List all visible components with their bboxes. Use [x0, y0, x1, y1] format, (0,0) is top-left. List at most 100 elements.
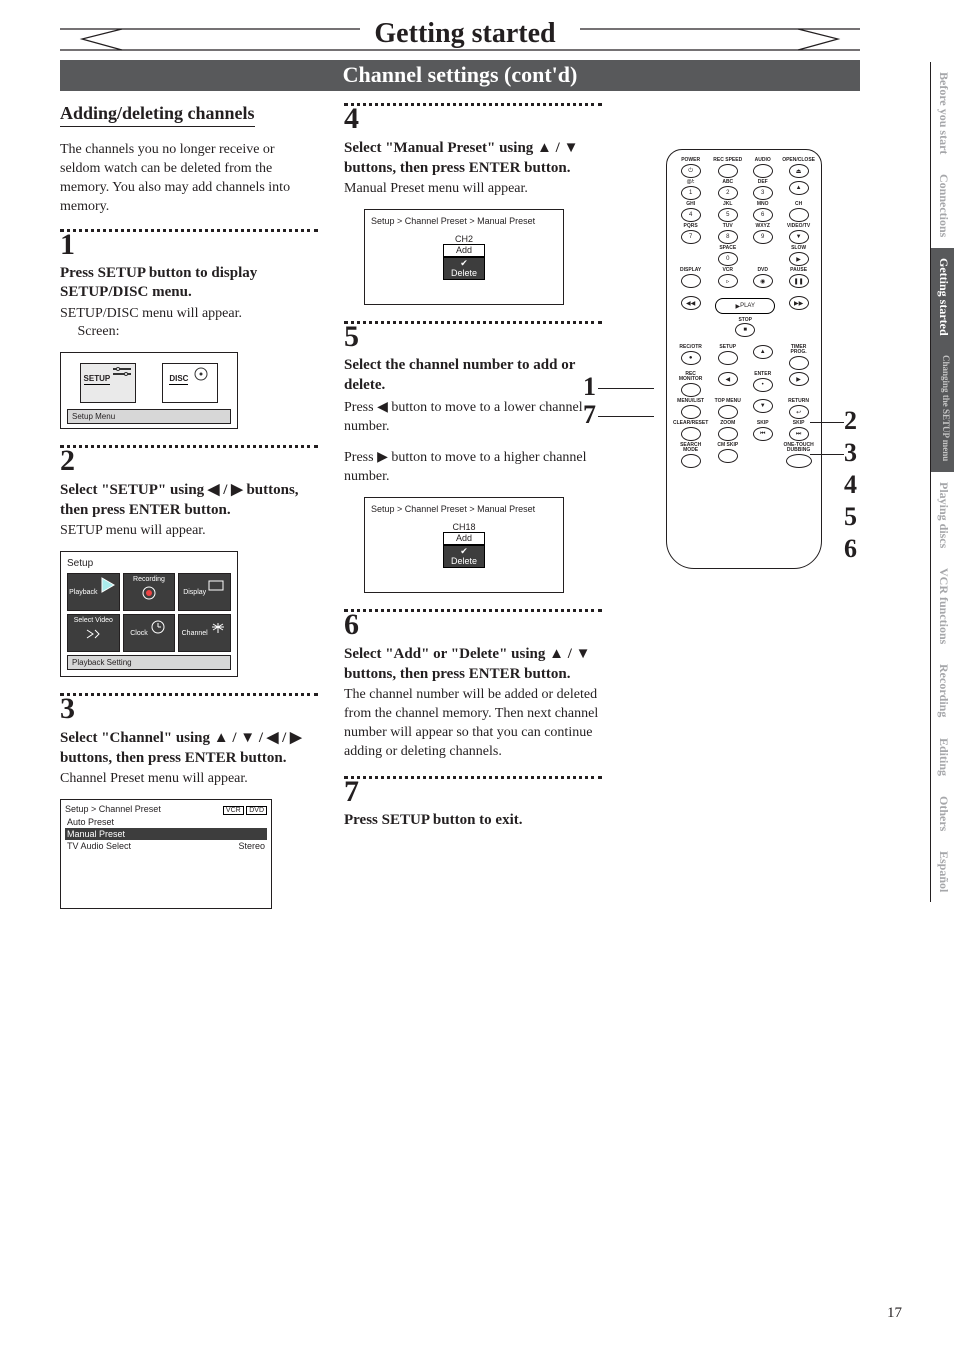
remote-6-button: 6: [753, 208, 773, 222]
section-bar: Channel settings (cont'd): [60, 60, 860, 91]
remote-skip-back-button: ⏮: [753, 427, 773, 441]
add-option: Add: [443, 244, 485, 257]
list-item: TV Audio SelectStereo: [65, 840, 267, 852]
tab-espanol[interactable]: Español: [930, 841, 954, 902]
down-arrow-icon: ▼: [576, 645, 591, 662]
sliders-icon: [112, 365, 132, 381]
setup-menu-screenshot: Setup Playback Recording Display Select …: [60, 551, 238, 677]
remote-3-button: 3: [753, 186, 773, 200]
remote-return-button: ↩: [789, 405, 809, 419]
remote-9-button: 9: [753, 230, 773, 244]
disc-icon: [191, 365, 211, 381]
tab-connections[interactable]: Connections: [930, 164, 954, 247]
middle-column: 4 Select "Manual Preset" using ▲ / ▼ but…: [344, 103, 602, 925]
tab-before-you-start[interactable]: Before you start: [930, 62, 954, 164]
step-4-body: Manual Preset menu will appear.: [344, 180, 602, 199]
step-number-7: 7: [344, 777, 602, 807]
callout-3: 3: [844, 438, 857, 468]
menu-cell: Display: [178, 573, 231, 611]
callout-6: 6: [844, 534, 857, 564]
manual-preset-screenshot-2: Setup > Channel Preset > Manual Preset C…: [364, 497, 564, 593]
step-1-body: SETUP/DISC menu will appear. Screen:: [60, 305, 318, 343]
tab-recording[interactable]: Recording: [930, 654, 954, 727]
remote-diagram: POWER⏻ REC SPEED AUDIO OPEN/CLOSE⏏ @/:1 …: [666, 149, 822, 569]
remote-7-button: 7: [681, 230, 701, 244]
up-arrow-icon: ▲: [549, 645, 564, 662]
step-2-title: Select "SETUP" using ◀ / ▶ buttons, then…: [60, 480, 318, 520]
down-arrow-icon: ▼: [564, 139, 579, 156]
chapter-banner: Getting started: [60, 20, 870, 54]
down-arrow-icon: ▼: [240, 729, 255, 746]
remote-4-button: 4: [681, 208, 701, 222]
step-1-title: Press SETUP button to display SETUP/DISC…: [60, 264, 318, 303]
right-column: POWER⏻ REC SPEED AUDIO OPEN/CLOSE⏏ @/:1 …: [628, 103, 860, 925]
remote-ff-button: ▶▶: [789, 296, 809, 310]
step-1-body-text: SETUP/DISC menu will appear.: [60, 306, 242, 321]
remote-enter-button: •: [753, 378, 773, 392]
remote-ch-down-button: ▼: [789, 230, 809, 244]
remote-top-menu-button: [718, 405, 738, 419]
disc-tile: DISC: [162, 363, 218, 403]
callout-2: 2: [844, 406, 857, 436]
page-number: 17: [887, 1305, 902, 1322]
chapter-title: Getting started: [374, 18, 555, 50]
menu-cell: Recording: [123, 573, 176, 611]
remote-skip-fwd-button: ⏭: [789, 427, 809, 441]
up-arrow-icon: ▲: [537, 139, 552, 156]
play-icon: [98, 576, 118, 594]
channel-preset-screenshot: Setup > Channel Preset VCR DVD Auto Pres…: [60, 799, 272, 909]
menu-cell: Select Video: [67, 614, 120, 652]
remote-display-button: [681, 274, 701, 288]
step-number-4: 4: [344, 104, 602, 134]
remote-1-button: 1: [681, 186, 701, 200]
step-5-title: Select the channel number to add or dele…: [344, 356, 602, 395]
remote-dubbing-button: [786, 454, 812, 468]
channel-label: CH18: [442, 522, 486, 532]
callout-7: 7: [583, 400, 596, 430]
tab-getting-started[interactable]: Getting started: [930, 248, 954, 346]
remote-2-button: 2: [718, 186, 738, 200]
tab-editing[interactable]: Editing: [930, 728, 954, 786]
remote-right-button: ▶: [789, 372, 809, 386]
side-tabs: Before you start Connections Getting sta…: [930, 62, 954, 1312]
remote-audio-button: [753, 164, 773, 178]
step-3-body: Channel Preset menu will appear.: [60, 770, 318, 789]
remote-up-button: ▲: [753, 345, 773, 359]
step-4-title: Select "Manual Preset" using ▲ / ▼ butto…: [344, 138, 602, 178]
remote-setup-button: [718, 351, 738, 365]
left-arrow-icon: ◀: [208, 481, 220, 498]
remote-play-button: ▶ PLAY: [715, 298, 775, 314]
manual-preset-screenshot-1: Setup > Channel Preset > Manual Preset C…: [364, 209, 564, 305]
remote-search-button: [681, 454, 701, 468]
antenna-icon: [208, 617, 228, 635]
left-arrow-icon: ◀: [267, 729, 279, 746]
columns: Adding/deleting channels The channels yo…: [60, 103, 860, 925]
tab-playing-discs[interactable]: Playing discs: [930, 472, 954, 558]
left-arrow-icon: ◀: [377, 398, 388, 414]
remote-ch-up-button: ▲: [789, 181, 809, 195]
list-item: Auto Preset: [65, 816, 267, 828]
record-icon: [139, 583, 159, 601]
remote-0-button: 0: [718, 252, 738, 266]
left-column: Adding/deleting channels The channels yo…: [60, 103, 318, 925]
remote-rec-button: ●: [681, 351, 701, 365]
tab-others[interactable]: Others: [930, 786, 954, 841]
right-arrow-icon: ▶: [377, 448, 388, 464]
step-number-3: 3: [60, 694, 318, 724]
callout-5: 5: [844, 502, 857, 532]
menu-footer: Playback Setting: [67, 655, 231, 670]
channel-label: CH2: [442, 234, 486, 244]
remote-slow-button: ▶: [789, 252, 809, 266]
setup-tile: SETUP: [80, 363, 136, 403]
remote-8-button: 8: [718, 230, 738, 244]
menu-cell: Playback: [67, 573, 120, 611]
list-item-selected: Manual Preset: [65, 828, 267, 840]
tab-changing-setup-menu[interactable]: Changing the SETUP menu: [930, 345, 954, 471]
step-number-5: 5: [344, 322, 602, 352]
tab-vcr-functions[interactable]: VCR functions: [930, 558, 954, 654]
callout-4: 4: [844, 470, 857, 500]
remote-dvd-button: ◉: [753, 274, 773, 288]
remote-rec-monitor-button: [681, 383, 701, 397]
step-number-1: 1: [60, 230, 318, 260]
step-2-body: SETUP menu will appear.: [60, 522, 318, 541]
